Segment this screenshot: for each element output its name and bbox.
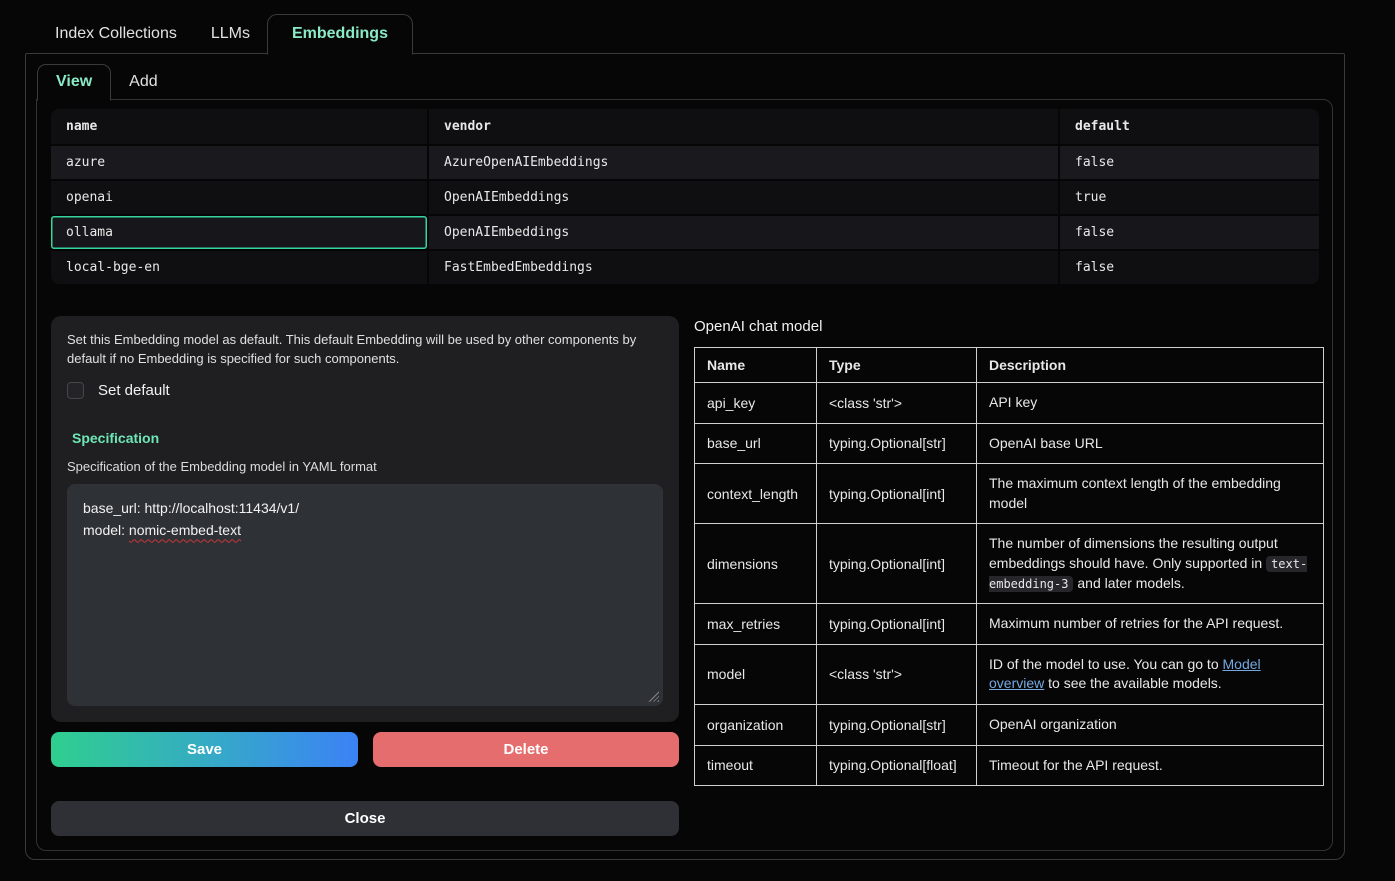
tab-view[interactable]: View xyxy=(37,64,111,101)
table-cell-vendor-ollama[interactable]: OpenAIEmbeddings xyxy=(429,216,1058,249)
yaml-model-value: nomic-embed-text xyxy=(129,522,241,538)
top-tab-bar: Index Collections LLMs Embeddings xyxy=(25,14,1345,54)
schema-panel-title: OpenAI chat model xyxy=(694,318,1324,335)
set-default-row[interactable]: Set default xyxy=(67,382,663,399)
close-button[interactable]: Close xyxy=(51,801,679,836)
delete-button[interactable]: Delete xyxy=(373,732,679,767)
schema-row-model: model <class 'str'> ID of the model to u… xyxy=(695,644,1324,704)
sub-tab-bar: View Add xyxy=(36,64,1333,100)
schema-row-api-key: api_key <class 'str'> API key xyxy=(695,383,1324,424)
column-header-vendor: vendor xyxy=(429,109,1058,144)
schema-row-base-url: base_url typing.Optional[str] OpenAI bas… xyxy=(695,423,1324,464)
set-default-label: Set default xyxy=(98,382,170,399)
page: Index Collections LLMs Embeddings View A… xyxy=(0,0,1345,860)
embeddings-table: name vendor default azure AzureOpenAIEmb… xyxy=(51,109,1319,284)
column-header-default: default xyxy=(1060,109,1319,144)
tab-embeddings[interactable]: Embeddings xyxy=(267,14,413,55)
set-default-checkbox[interactable] xyxy=(67,382,84,399)
schema-header-description: Description xyxy=(977,348,1324,383)
schema-row-timeout: timeout typing.Optional[float] Timeout f… xyxy=(695,745,1324,786)
table-cell-default-ollama[interactable]: false xyxy=(1060,216,1319,249)
default-hint-text: Set this Embedding model as default. Thi… xyxy=(67,331,663,369)
tab-llms[interactable]: LLMs xyxy=(194,15,267,54)
table-cell-name-azure[interactable]: azure xyxy=(51,146,427,179)
tab-index-collections[interactable]: Index Collections xyxy=(38,15,194,54)
table-cell-default-local-bge-en[interactable]: false xyxy=(1060,251,1319,284)
table-cell-default-azure[interactable]: false xyxy=(1060,146,1319,179)
yaml-line-model: model: nomic-embed-text xyxy=(83,519,647,542)
yaml-line-base-url: base_url: http://localhost:11434/v1/ xyxy=(83,497,647,520)
schema-row-context-length: context_length typing.Optional[int] The … xyxy=(695,464,1324,524)
table-cell-name-openai[interactable]: openai xyxy=(51,181,427,214)
schema-table: Name Type Description api_key <class 'st… xyxy=(694,347,1324,786)
table-cell-default-openai[interactable]: true xyxy=(1060,181,1319,214)
schema-header-name: Name xyxy=(695,348,817,383)
specification-hint: Specification of the Embedding model in … xyxy=(67,459,663,474)
yaml-spec-textarea[interactable]: base_url: http://localhost:11434/v1/ mod… xyxy=(67,484,663,706)
table-cell-vendor-azure[interactable]: AzureOpenAIEmbeddings xyxy=(429,146,1058,179)
table-cell-name-local-bge-en[interactable]: local-bge-en xyxy=(51,251,427,284)
view-tab-panel: name vendor default azure AzureOpenAIEmb… xyxy=(36,99,1333,851)
detail-panel: Set this Embedding model as default. Thi… xyxy=(51,316,679,722)
table-cell-vendor-openai[interactable]: OpenAIEmbeddings xyxy=(429,181,1058,214)
specification-heading: Specification xyxy=(72,430,663,446)
schema-header-type: Type xyxy=(817,348,977,383)
table-cell-name-ollama-selected[interactable]: ollama xyxy=(51,216,427,249)
save-button[interactable]: Save xyxy=(51,732,358,767)
tab-add[interactable]: Add xyxy=(111,65,175,100)
table-cell-vendor-local-bge-en[interactable]: FastEmbedEmbeddings xyxy=(429,251,1058,284)
column-header-name: name xyxy=(51,109,427,144)
schema-row-dimensions: dimensions typing.Optional[int] The numb… xyxy=(695,524,1324,604)
embeddings-tab-panel: View Add name vendor default azure Azure… xyxy=(25,53,1345,860)
detail-column: Set this Embedding model as default. Thi… xyxy=(51,316,679,836)
schema-row-organization: organization typing.Optional[str] OpenAI… xyxy=(695,704,1324,745)
schema-column: OpenAI chat model Name Type Description … xyxy=(694,316,1324,836)
resize-handle[interactable] xyxy=(648,691,659,702)
schema-row-max-retries: max_retries typing.Optional[int] Maximum… xyxy=(695,604,1324,645)
